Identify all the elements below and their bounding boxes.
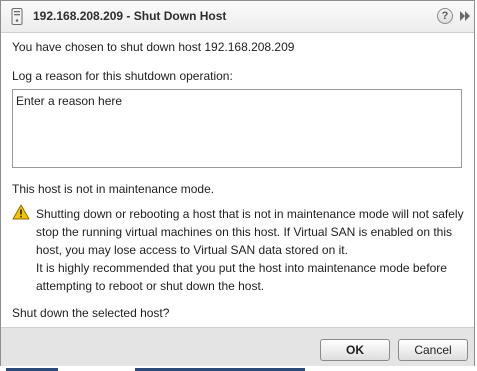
help-icon[interactable]: ? (437, 8, 453, 24)
background-underlay (6, 365, 58, 371)
shut-down-host-dialog: 192.168.208.209 - Shut Down Host ? You h… (0, 0, 475, 366)
host-server-icon (11, 8, 23, 25)
confirm-question: Shut down the selected host? (12, 306, 170, 320)
reason-input[interactable] (12, 89, 462, 168)
warning-paragraph: It is highly recommended that you put th… (36, 261, 447, 293)
ok-button[interactable]: OK (320, 339, 390, 361)
warning-paragraph: Shutting down or rebooting a host that i… (36, 207, 464, 257)
maintenance-status-text: This host is not in maintenance mode. (12, 182, 215, 196)
cancel-button[interactable]: Cancel (398, 339, 468, 361)
double-chevron-right-icon[interactable] (459, 10, 471, 22)
warning-triangle-icon (12, 204, 30, 220)
intro-text: You have chosen to shut down host 192.16… (12, 40, 295, 54)
warning-message: Shutting down or rebooting a host that i… (36, 205, 466, 295)
reason-label: Log a reason for this shutdown operation… (12, 69, 233, 83)
dialog-title: 192.168.208.209 - Shut Down Host (33, 9, 227, 23)
dialog-titlebar[interactable]: 192.168.208.209 - Shut Down Host ? (1, 1, 474, 33)
background-underlay (135, 365, 305, 371)
dialog-footer: OK Cancel (1, 327, 474, 366)
